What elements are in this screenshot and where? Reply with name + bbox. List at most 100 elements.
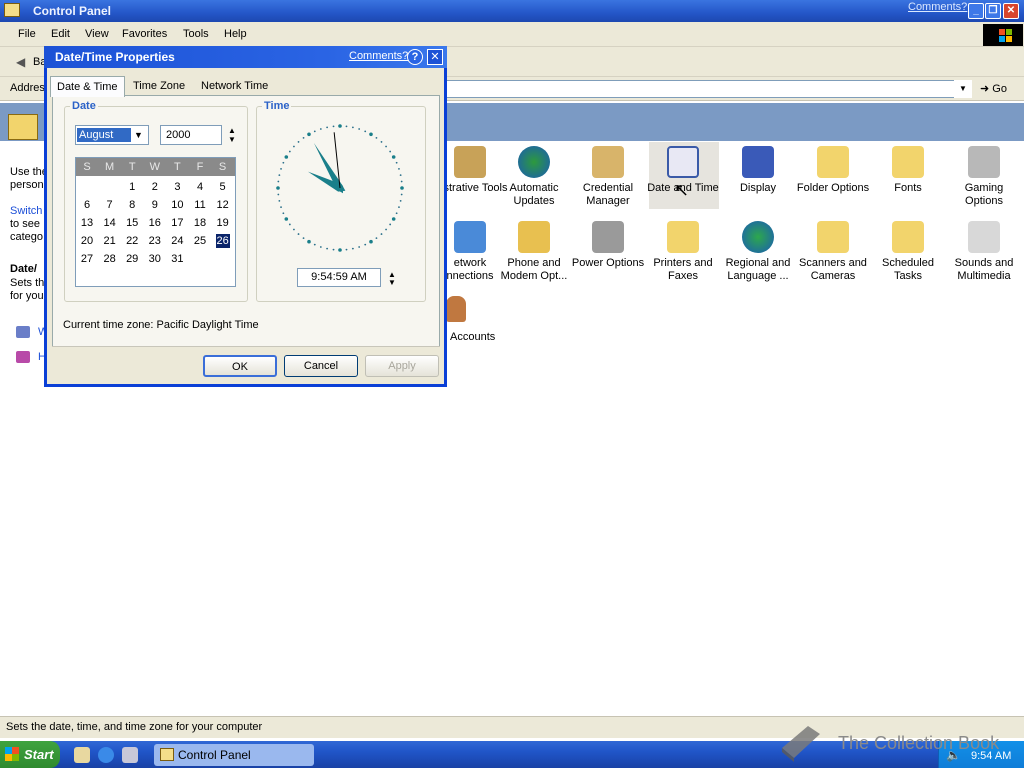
menu-edit[interactable]: Edit xyxy=(51,28,70,40)
calendar-day[interactable]: 17 xyxy=(166,217,188,229)
ok-button[interactable]: OK xyxy=(203,355,277,377)
menu-help[interactable]: Help xyxy=(224,28,247,40)
menu-file[interactable]: File xyxy=(18,28,36,40)
chevron-down-icon[interactable]: ▼ xyxy=(954,80,972,98)
calendar-day[interactable]: 27 xyxy=(76,253,98,265)
chevron-down-icon[interactable]: ▼ xyxy=(130,127,147,143)
internet-explorer-icon[interactable] xyxy=(98,747,114,763)
regional-language-item[interactable]: Regional and Language ... xyxy=(720,221,796,283)
calendar-day[interactable]: 13 xyxy=(76,217,98,229)
sounds-multimedia-item[interactable]: Sounds and Multimedia xyxy=(946,221,1022,283)
clock-tick xyxy=(395,212,398,215)
main-title-bar[interactable]: Control Panel Comments? _ ❐ ✕ xyxy=(0,0,1024,22)
joystick-icon xyxy=(968,146,1000,178)
time-input[interactable]: 9:54:59 AM xyxy=(297,268,381,287)
calendar-day-selected[interactable]: 26 xyxy=(215,234,230,248)
restore-button[interactable]: ❐ xyxy=(985,3,1001,19)
calendar-day[interactable]: 19 xyxy=(212,217,234,229)
calendar-day[interactable]: 30 xyxy=(144,253,166,265)
windows-flag-icon xyxy=(5,747,19,761)
scanners-cameras-item[interactable]: Scanners and Cameras xyxy=(795,221,871,283)
printers-faxes-item[interactable]: Printers and Faxes xyxy=(645,221,721,283)
clock-tick xyxy=(278,199,281,202)
year-up-icon[interactable]: ▲ xyxy=(228,126,236,135)
folder-options-item[interactable]: Folder Options xyxy=(795,146,871,195)
clock-tick xyxy=(297,233,300,235)
calendar-day[interactable]: 15 xyxy=(121,217,143,229)
back-arrow-icon[interactable]: ◀ xyxy=(16,55,25,69)
window-title: Control Panel xyxy=(33,4,112,18)
show-desktop-icon[interactable] xyxy=(74,747,90,763)
automatic-updates-item[interactable]: Automatic Updates xyxy=(496,146,572,208)
tab-network-time[interactable]: Network Time xyxy=(195,76,274,96)
cancel-button[interactable]: Cancel xyxy=(284,355,358,377)
network-icon xyxy=(454,221,486,253)
help-button[interactable]: ? xyxy=(407,49,423,65)
menu-view[interactable]: View xyxy=(85,28,109,40)
calendar-day[interactable]: 9 xyxy=(144,199,166,211)
calendar-day[interactable]: 1 xyxy=(121,181,143,193)
calendar-day[interactable]: 21 xyxy=(99,235,121,247)
calendar-day[interactable]: 20 xyxy=(76,235,98,247)
clock-tick xyxy=(284,155,289,159)
comments-link[interactable]: Comments? xyxy=(908,1,967,13)
address-input[interactable] xyxy=(446,80,972,98)
calendar-day[interactable]: 22 xyxy=(121,235,143,247)
calendar-day[interactable]: 24 xyxy=(166,235,188,247)
display-item[interactable]: Display xyxy=(720,146,796,195)
calendar-day[interactable]: 11 xyxy=(189,199,211,211)
calendar-day[interactable]: 3 xyxy=(166,181,188,193)
calendar-day[interactable]: 28 xyxy=(99,253,121,265)
calendar-day[interactable]: 12 xyxy=(212,199,234,211)
calendar-day[interactable]: 6 xyxy=(76,199,98,211)
calendar-day[interactable]: 10 xyxy=(166,199,188,211)
clock-tick xyxy=(380,233,383,235)
credential-manager-item[interactable]: Credential Manager xyxy=(570,146,646,208)
user-accounts-label[interactable]: Accounts xyxy=(450,331,495,343)
windows-logo-icon xyxy=(983,24,1023,46)
dialog-close-button[interactable]: ✕ xyxy=(427,49,443,65)
calendar-day[interactable]: 29 xyxy=(121,253,143,265)
calendar-day[interactable]: 8 xyxy=(121,199,143,211)
calendar-day[interactable]: 18 xyxy=(189,217,211,229)
menu-tools[interactable]: Tools xyxy=(183,28,209,40)
calendar-day[interactable]: 14 xyxy=(99,217,121,229)
phone-modem-item[interactable]: Phone and Modem Opt... xyxy=(496,221,572,283)
calendar-day[interactable]: 7 xyxy=(99,199,121,211)
calendar-day[interactable]: 5 xyxy=(212,181,234,193)
clock-tick xyxy=(345,248,348,251)
go-button[interactable]: ➜ Go xyxy=(980,82,1007,95)
calendar-day[interactable]: 25 xyxy=(189,235,211,247)
clock-tick xyxy=(400,180,403,183)
tab-time-zone[interactable]: Time Zone xyxy=(127,76,191,96)
calendar-day[interactable]: 23 xyxy=(144,235,166,247)
start-button[interactable]: Start xyxy=(0,741,60,768)
time-down-icon[interactable]: ▼ xyxy=(388,278,396,287)
folder-tools-icon xyxy=(8,114,38,140)
taskbar-control-panel[interactable]: Control Panel xyxy=(154,744,314,766)
weekday-label: S xyxy=(218,161,227,173)
battery-plug-icon xyxy=(592,221,624,253)
year-input[interactable]: 2000 xyxy=(160,125,222,145)
calendar-day[interactable]: 4 xyxy=(189,181,211,193)
scheduled-tasks-item[interactable]: Scheduled Tasks xyxy=(870,221,946,283)
calendar-day[interactable]: 16 xyxy=(144,217,166,229)
globe-icon xyxy=(518,146,550,178)
clock-tick xyxy=(391,155,396,159)
dialog-title-bar[interactable]: Date/Time Properties Comments? ? ✕ xyxy=(44,46,447,68)
calendar-day[interactable]: 2 xyxy=(144,181,166,193)
menu-favorites[interactable]: Favorites xyxy=(122,28,167,40)
gaming-options-item[interactable]: Gaming Options xyxy=(946,146,1022,208)
dialog-comments-link[interactable]: Comments? xyxy=(349,50,408,62)
clock-tick xyxy=(288,223,291,226)
calendar-day[interactable]: 31 xyxy=(166,253,188,265)
year-down-icon[interactable]: ▼ xyxy=(228,135,236,144)
power-options-item[interactable]: Power Options xyxy=(570,221,646,270)
minimize-button[interactable]: _ xyxy=(968,3,984,19)
fonts-item[interactable]: Fonts xyxy=(870,146,946,195)
switch-view-link[interactable]: Switch xyxy=(10,205,45,217)
tab-date-time[interactable]: Date & Time xyxy=(50,76,125,97)
close-button[interactable]: ✕ xyxy=(1003,3,1019,19)
media-player-icon[interactable] xyxy=(122,747,138,763)
apply-button[interactable]: Apply xyxy=(365,355,439,377)
